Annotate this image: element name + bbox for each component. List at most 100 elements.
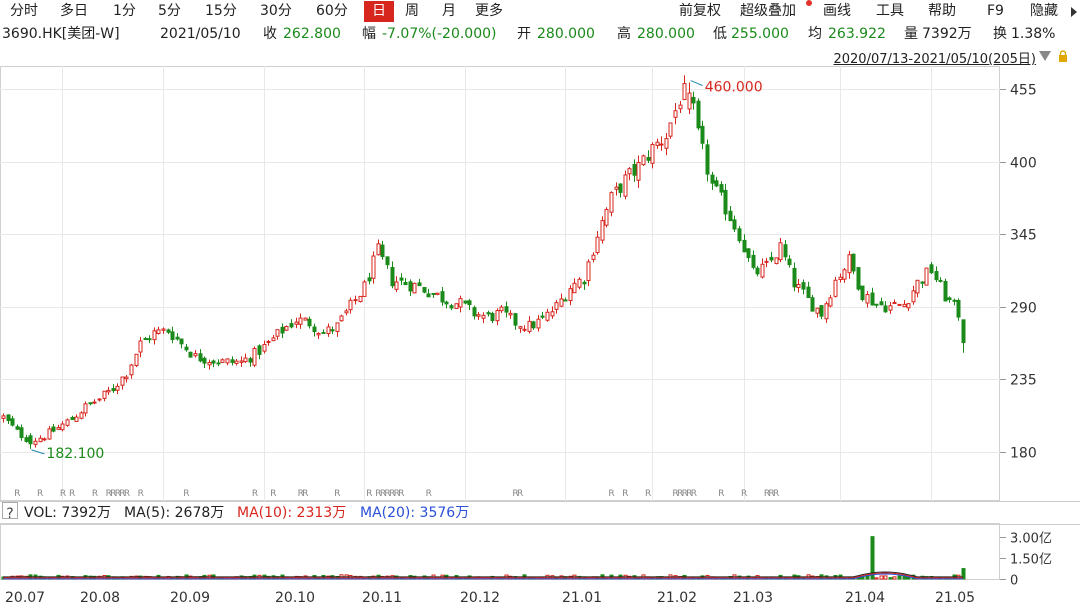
candle-body bbox=[344, 310, 349, 314]
candle-body bbox=[444, 301, 449, 305]
toolbar-item-3[interactable]: 工具 bbox=[876, 1, 904, 22]
candle-body bbox=[577, 278, 582, 288]
volume-chart[interactable]: 3.00亿 1.50亿 0 20.07 20.08 20.09 20.10 20.11 20.1… bbox=[0, 523, 1080, 607]
rights-marker: R bbox=[60, 489, 66, 499]
candle-body bbox=[280, 326, 285, 334]
turnover-value: 1.38% bbox=[1011, 26, 1056, 42]
candle-body bbox=[111, 388, 116, 392]
high-pointer bbox=[690, 80, 703, 87]
toolbar-item-1[interactable]: 超级叠加 bbox=[740, 1, 796, 22]
candle-body bbox=[796, 283, 801, 289]
candle-body bbox=[60, 423, 65, 431]
lock-icon[interactable] bbox=[1058, 50, 1068, 62]
candle-body bbox=[92, 401, 97, 404]
candle-body bbox=[582, 281, 587, 285]
toolbar-item-2[interactable]: 画线 bbox=[823, 1, 851, 22]
candle-body bbox=[362, 281, 367, 297]
x-tick-label: 20.09 bbox=[170, 590, 210, 606]
y-tick-label: 400 bbox=[1010, 156, 1037, 172]
rights-marker: R bbox=[124, 489, 130, 499]
ma5-indicator: MA(5): 2678万 bbox=[124, 505, 225, 521]
candle-body bbox=[138, 340, 143, 353]
candle-body bbox=[358, 295, 363, 303]
period-tab-9[interactable]: 月 bbox=[442, 1, 456, 22]
candle-body bbox=[609, 192, 614, 213]
candle-body bbox=[586, 261, 591, 282]
period-toolbar: 分时 多日 1分 5分 15分 30分 60分日周 月更多 前复权 超级叠加 画线 工具 帮助 F9 隐藏 bbox=[0, 0, 1080, 23]
candle-body bbox=[856, 267, 861, 290]
rights-marker: R bbox=[14, 489, 20, 499]
toolbar-item-5[interactable]: F9 bbox=[987, 1, 1004, 22]
candle-body bbox=[376, 243, 381, 256]
candle-body bbox=[284, 326, 289, 331]
period-tab-3[interactable]: 5分 bbox=[158, 1, 181, 22]
low-pointer bbox=[31, 449, 45, 455]
candle-body bbox=[88, 402, 93, 405]
hide-arrow-icon[interactable] bbox=[1070, 7, 1078, 17]
plot-border bbox=[0, 66, 1000, 501]
candle-body bbox=[289, 323, 294, 328]
candle-body bbox=[659, 143, 664, 146]
candle-body bbox=[760, 263, 765, 278]
candle-body bbox=[298, 317, 303, 325]
candle-body bbox=[463, 300, 468, 304]
candle-body bbox=[486, 312, 491, 315]
candle-body bbox=[385, 256, 390, 266]
x-tick-label: 20.11 bbox=[362, 590, 402, 606]
period-tab-8[interactable]: 周 bbox=[405, 1, 419, 22]
candle-body bbox=[746, 248, 751, 259]
range-dropdown-icon[interactable] bbox=[1039, 51, 1051, 61]
x-tick-label: 20.07 bbox=[5, 590, 45, 606]
candle-body bbox=[198, 353, 203, 362]
candle-body bbox=[175, 336, 180, 340]
candle-body bbox=[166, 329, 171, 333]
low-value: 255.000 bbox=[731, 26, 789, 42]
period-tab-5[interactable]: 30分 bbox=[260, 1, 292, 22]
candle-body bbox=[24, 437, 29, 442]
candle-body bbox=[193, 353, 198, 357]
period-tab-6[interactable]: 60分 bbox=[316, 1, 348, 22]
period-tab-4[interactable]: 15分 bbox=[205, 1, 237, 22]
candle-body bbox=[330, 329, 335, 332]
period-tab-7[interactable]: 日 bbox=[364, 1, 394, 22]
candle-body bbox=[230, 359, 235, 363]
candle-body bbox=[664, 138, 669, 149]
candle-body bbox=[129, 364, 134, 376]
open-value: 280.000 bbox=[537, 26, 595, 42]
avg-value: 263.922 bbox=[828, 26, 886, 42]
period-tab-10[interactable]: 更多 bbox=[475, 1, 503, 22]
candle-body bbox=[394, 281, 399, 290]
period-tab-0[interactable]: 分时 bbox=[10, 1, 38, 22]
candle-body bbox=[755, 267, 760, 275]
period-tab-1[interactable]: 多日 bbox=[60, 1, 88, 22]
help-button[interactable]: ? bbox=[2, 502, 18, 522]
candle-body bbox=[792, 267, 797, 288]
date-range-link[interactable]: 2020/07/13-2021/05/10(205日) bbox=[833, 48, 1036, 67]
candle-body bbox=[888, 305, 893, 311]
candle-body bbox=[540, 315, 545, 318]
price-chart[interactable]: 455400345290235180460.000182.100R R R R R RRR… bbox=[0, 66, 1080, 501]
period-tab-2[interactable]: 1分 bbox=[113, 1, 136, 22]
candle-body bbox=[481, 314, 486, 319]
candle-body bbox=[956, 299, 961, 318]
toolbar-item-0[interactable]: 前复权 bbox=[679, 1, 721, 22]
open-label: 开 bbox=[517, 26, 531, 42]
candle-body bbox=[156, 329, 161, 334]
candle-body bbox=[266, 340, 271, 343]
candle-body bbox=[426, 293, 431, 298]
candle-body bbox=[371, 255, 376, 279]
candle-body bbox=[591, 254, 596, 260]
candle-body bbox=[47, 428, 52, 440]
toolbar-item-6[interactable]: 隐藏 bbox=[1030, 1, 1058, 22]
rights-marker: R bbox=[645, 489, 651, 499]
candle-body bbox=[906, 303, 911, 309]
candle-body bbox=[19, 427, 24, 439]
candle-body bbox=[417, 282, 422, 287]
candle-body bbox=[842, 269, 847, 280]
candle-body bbox=[321, 331, 326, 334]
candle-body bbox=[614, 186, 619, 190]
toolbar-item-4[interactable]: 帮助 bbox=[928, 1, 956, 22]
candle-body bbox=[147, 338, 152, 341]
volume-border bbox=[0, 523, 1000, 580]
candle-body bbox=[682, 83, 687, 101]
